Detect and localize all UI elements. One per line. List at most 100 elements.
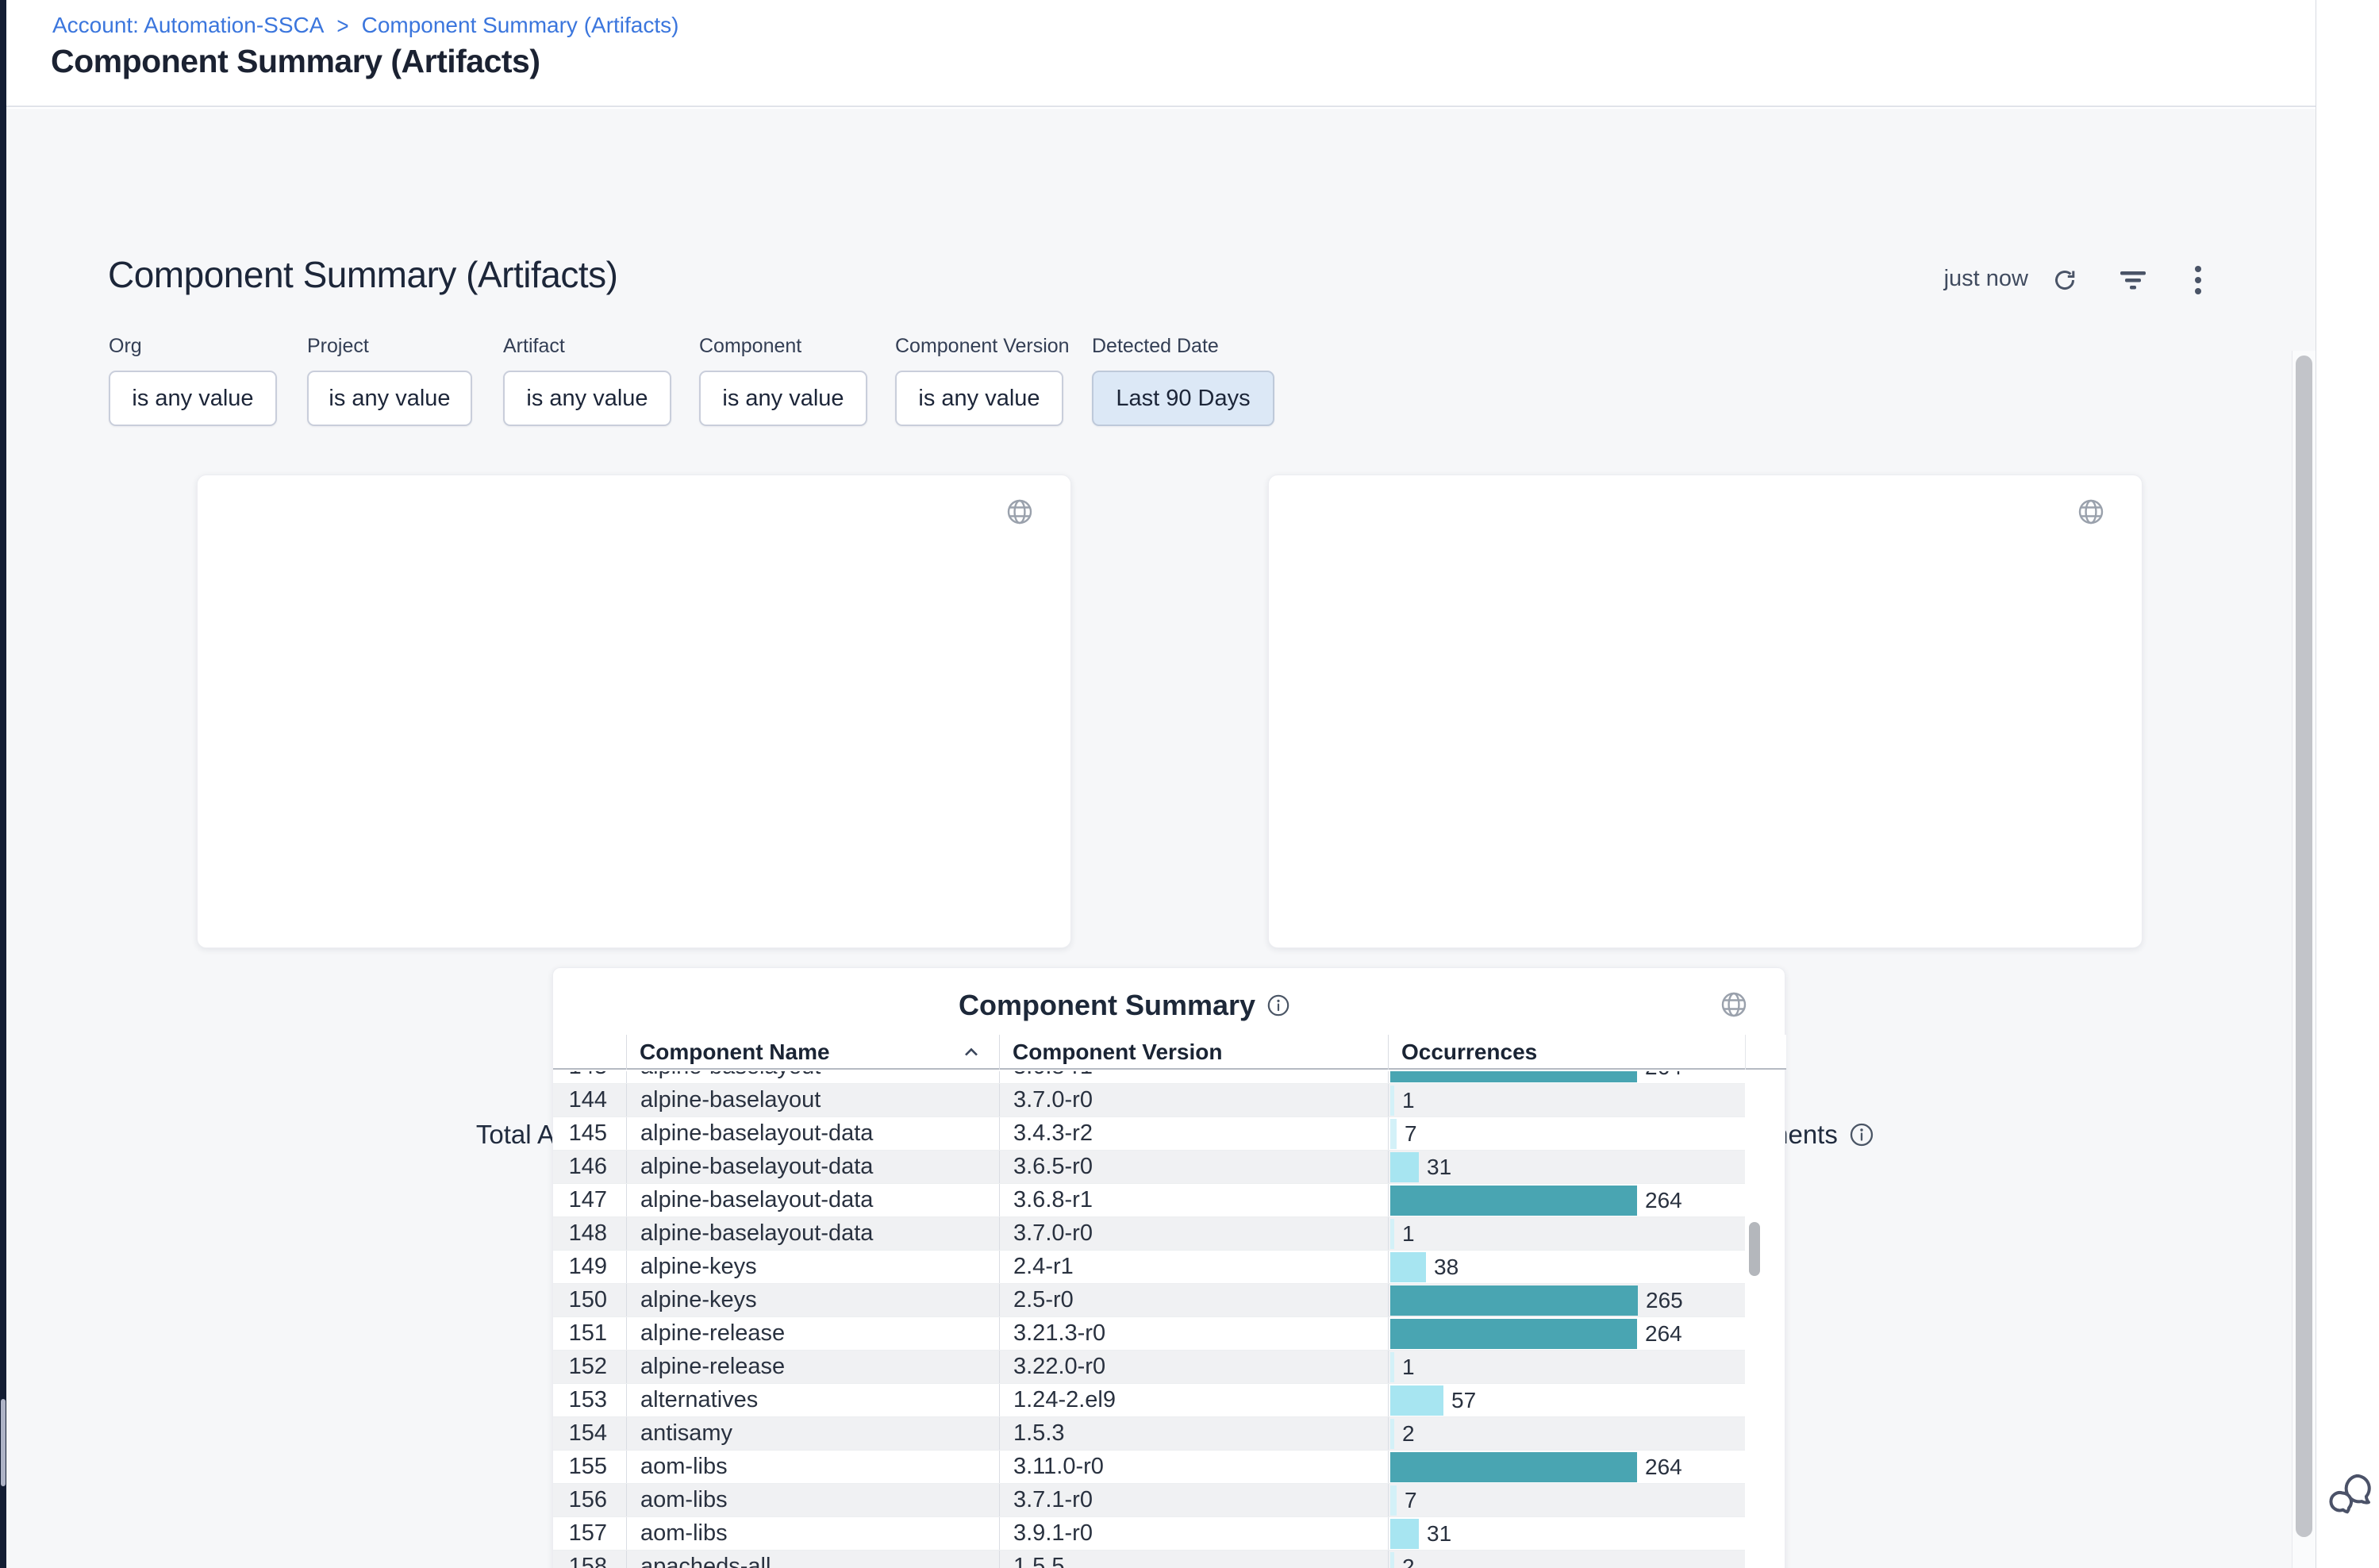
globe-icon[interactable] [1005, 498, 1034, 526]
filter-button-org[interactable]: is any value [109, 371, 277, 426]
occurrences-cell: 264 [1388, 1451, 1745, 1483]
dashboard-scrollbar-thumb[interactable] [2296, 355, 2312, 1537]
component-name-cell: alpine-baselayout-data [626, 1217, 999, 1250]
occurrence-bar [1390, 1086, 1394, 1116]
component-summary-table-card: Component Summary Component Name [552, 967, 1785, 1568]
table-row: 146alpine-baselayout-data3.6.5-r031 [553, 1151, 1745, 1184]
support-chat-button[interactable] [2325, 1466, 2376, 1520]
component-version-cell: 3.4.3-r2 [999, 1117, 1388, 1150]
filter-button-component-version[interactable]: is any value [895, 371, 1063, 426]
table-row: 153alternatives1.24-2.el957 [553, 1384, 1745, 1417]
partial-table-row: 143alpine-baselayout3.6.8-r1264 [553, 1071, 1786, 1084]
breadcrumb-page-link[interactable]: Component Summary (Artifacts) [362, 13, 679, 38]
row-index-cell: 143 [553, 1071, 617, 1083]
row-index-cell: 145 [553, 1117, 617, 1150]
occurrence-value: 1 [1402, 1221, 1415, 1247]
column-header-component-name[interactable]: Component Name [640, 1035, 830, 1070]
component-version-cell: 3.7.1-r0 [999, 1484, 1388, 1516]
table-row: 148alpine-baselayout-data3.7.0-r01 [553, 1217, 1745, 1251]
occurrence-value: 265 [1646, 1288, 1683, 1313]
table-row: 155aom-libs3.11.0-r0264 [553, 1451, 1745, 1484]
dashboard-filters-button[interactable] [2117, 264, 2149, 296]
filter-label-component: Component [699, 335, 801, 358]
component-version-cell: 2.5-r0 [999, 1284, 1388, 1316]
occurrences-cell: 1 [1388, 1084, 1745, 1116]
occurrences-cell: 38 [1388, 1251, 1745, 1283]
refresh-button[interactable] [2049, 264, 2081, 296]
info-icon[interactable] [1266, 993, 1290, 1017]
table-header: Component Name Component Version Occurre… [553, 1035, 1786, 1070]
filter-button-detected-date[interactable]: Last 90 Days [1092, 371, 1274, 426]
occurrence-value: 264 [1645, 1071, 1682, 1080]
breadcrumb-account-link[interactable]: Account: Automation-SSCA [52, 13, 324, 38]
filter-button-artifact[interactable]: is any value [503, 371, 671, 426]
occurrence-bar [1390, 1152, 1419, 1182]
occurrence-value: 38 [1434, 1255, 1459, 1280]
occurrence-value: 264 [1645, 1188, 1682, 1213]
occurrence-bar [1390, 1219, 1394, 1249]
collapsed-sidebar[interactable] [0, 0, 6, 1568]
occurrence-bar [1390, 1071, 1637, 1082]
component-version-cell: 3.6.8-r1 [999, 1071, 1388, 1083]
occurrence-bar [1390, 1352, 1394, 1382]
occurrence-value: 1 [1402, 1088, 1415, 1113]
filter-label-org: Org [109, 335, 142, 358]
occurrences-cell: 31 [1388, 1517, 1745, 1550]
row-index-cell: 158 [553, 1551, 617, 1568]
row-index-cell: 152 [553, 1351, 617, 1383]
table-row: 150alpine-keys2.5-r0265 [553, 1284, 1745, 1317]
row-index-cell: 148 [553, 1217, 617, 1250]
occurrences-cell: 264 [1388, 1184, 1745, 1216]
dashboard-scrollbar[interactable] [2292, 351, 2316, 1568]
globe-icon[interactable] [1720, 990, 1748, 1019]
filter-button-project[interactable]: is any value [307, 371, 472, 426]
occurrences-cell: 7 [1388, 1117, 1745, 1150]
table-row: 158apacheds-all1.5.52 [553, 1551, 1745, 1568]
table-body: 143 alpine-baselayout3.6.8-r1 264 144 alpine… [553, 1071, 1786, 1568]
occurrence-bar [1390, 1519, 1419, 1549]
table-row: 145alpine-baselayout-data3.4.3-r27 [553, 1117, 1745, 1151]
occurrence-value: 1 [1402, 1355, 1415, 1380]
table-row: 157aom-libs3.9.1-r031 [553, 1517, 1745, 1551]
component-name-cell: alpine-baselayout [626, 1084, 999, 1116]
occurrence-value: 2 [1402, 1555, 1415, 1568]
dashboard-more-actions-button[interactable] [2182, 264, 2214, 296]
table-row: 154antisamy1.5.32 [553, 1417, 1745, 1451]
table-row: 152alpine-release3.22.0-r01 [553, 1351, 1745, 1384]
occurrences-cell: 1 [1388, 1217, 1745, 1250]
row-index-cell: 151 [553, 1317, 617, 1350]
occurrences-cell: 2 [1388, 1551, 1745, 1568]
filter-button-component[interactable]: is any value [699, 371, 867, 426]
component-version-cell: 3.7.0-r0 [999, 1084, 1388, 1116]
sort-asc-icon [963, 1046, 980, 1058]
refresh-icon [2051, 267, 2078, 294]
component-name-cell: alternatives [626, 1384, 999, 1416]
app-header: Account: Automation-SSCA > Component Sum… [6, 0, 2316, 107]
component-name-cell: alpine-release [626, 1351, 999, 1383]
component-version-cell: 1.5.3 [999, 1417, 1388, 1450]
table-scrollbar-thumb[interactable] [1749, 1222, 1760, 1276]
info-icon[interactable] [1849, 1122, 1874, 1147]
occurrences-cell: 31 [1388, 1151, 1745, 1183]
column-header-occurrences[interactable]: Occurrences [1401, 1035, 1537, 1070]
sidebar-scrollbar-thumb[interactable] [1, 1399, 6, 1486]
component-name-cell: alpine-baselayout-data [626, 1184, 999, 1216]
breadcrumb: Account: Automation-SSCA > Component Sum… [52, 11, 678, 40]
occurrences-cell: 7 [1388, 1484, 1745, 1516]
occurrence-bar [1390, 1552, 1394, 1568]
row-index-cell: 157 [553, 1517, 617, 1550]
component-name-cell: alpine-keys [626, 1251, 999, 1283]
occurrence-bar [1390, 1452, 1637, 1482]
column-header-component-version[interactable]: Component Version [1013, 1035, 1222, 1070]
row-index-cell: 144 [553, 1084, 617, 1116]
filter-label-project: Project [307, 335, 369, 358]
occurrences-cell: 2 [1388, 1417, 1745, 1450]
breadcrumb-separator-icon: > [336, 11, 348, 40]
occurrences-cell: 264 [1388, 1317, 1745, 1350]
component-name-cell: aom-libs [626, 1517, 999, 1550]
row-index-cell: 146 [553, 1151, 617, 1183]
occurrence-bar [1390, 1419, 1394, 1449]
component-name-cell: aom-libs [626, 1484, 999, 1516]
table-row: 156aom-libs3.7.1-r07 [553, 1484, 1745, 1517]
globe-icon[interactable] [2077, 498, 2105, 526]
